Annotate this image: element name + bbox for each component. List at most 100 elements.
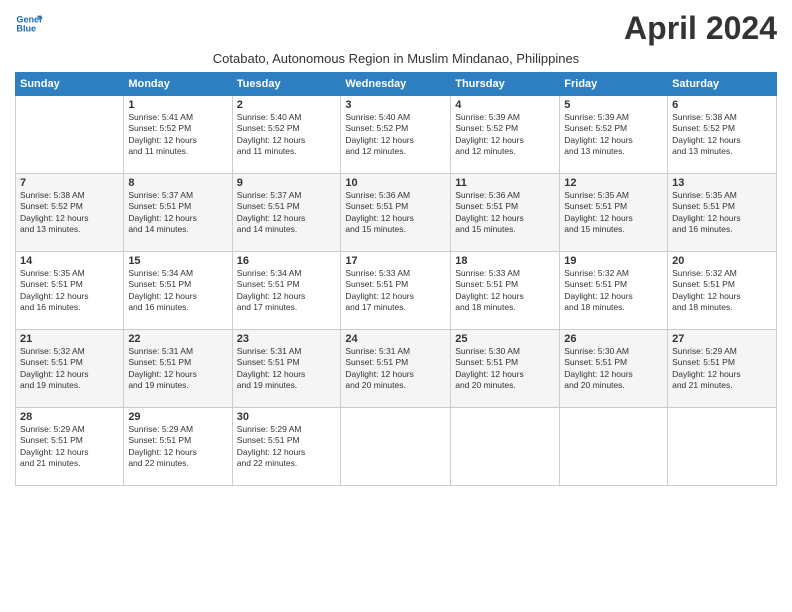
week-row-5: 28Sunrise: 5:29 AM Sunset: 5:51 PM Dayli… (16, 408, 777, 486)
subtitle: Cotabato, Autonomous Region in Muslim Mi… (15, 51, 777, 66)
header-day-saturday: Saturday (668, 73, 777, 96)
calendar-cell: 8Sunrise: 5:37 AM Sunset: 5:51 PM Daylig… (124, 174, 232, 252)
day-number: 28 (20, 411, 119, 423)
calendar-cell: 27Sunrise: 5:29 AM Sunset: 5:51 PM Dayli… (668, 330, 777, 408)
day-info: Sunrise: 5:35 AM Sunset: 5:51 PM Dayligh… (672, 190, 772, 236)
calendar-cell: 1Sunrise: 5:41 AM Sunset: 5:52 PM Daylig… (124, 96, 232, 174)
header: General Blue April 2024 (15, 10, 777, 47)
day-info: Sunrise: 5:39 AM Sunset: 5:52 PM Dayligh… (564, 112, 663, 158)
calendar-cell: 24Sunrise: 5:31 AM Sunset: 5:51 PM Dayli… (341, 330, 451, 408)
day-info: Sunrise: 5:33 AM Sunset: 5:51 PM Dayligh… (345, 268, 446, 314)
calendar-cell: 21Sunrise: 5:32 AM Sunset: 5:51 PM Dayli… (16, 330, 124, 408)
day-info: Sunrise: 5:34 AM Sunset: 5:51 PM Dayligh… (237, 268, 337, 314)
day-number: 15 (128, 255, 227, 267)
calendar-cell: 18Sunrise: 5:33 AM Sunset: 5:51 PM Dayli… (451, 252, 560, 330)
day-number: 9 (237, 177, 337, 189)
calendar-cell (16, 96, 124, 174)
calendar-cell: 17Sunrise: 5:33 AM Sunset: 5:51 PM Dayli… (341, 252, 451, 330)
calendar-cell: 12Sunrise: 5:35 AM Sunset: 5:51 PM Dayli… (560, 174, 668, 252)
calendar-cell: 11Sunrise: 5:36 AM Sunset: 5:51 PM Dayli… (451, 174, 560, 252)
day-number: 11 (455, 177, 555, 189)
calendar-cell: 7Sunrise: 5:38 AM Sunset: 5:52 PM Daylig… (16, 174, 124, 252)
calendar-cell: 19Sunrise: 5:32 AM Sunset: 5:51 PM Dayli… (560, 252, 668, 330)
week-row-4: 21Sunrise: 5:32 AM Sunset: 5:51 PM Dayli… (16, 330, 777, 408)
calendar-cell: 3Sunrise: 5:40 AM Sunset: 5:52 PM Daylig… (341, 96, 451, 174)
calendar-cell (560, 408, 668, 486)
calendar-cell: 28Sunrise: 5:29 AM Sunset: 5:51 PM Dayli… (16, 408, 124, 486)
day-number: 18 (455, 255, 555, 267)
day-info: Sunrise: 5:30 AM Sunset: 5:51 PM Dayligh… (564, 346, 663, 392)
calendar-cell: 15Sunrise: 5:34 AM Sunset: 5:51 PM Dayli… (124, 252, 232, 330)
header-day-tuesday: Tuesday (232, 73, 341, 96)
week-row-3: 14Sunrise: 5:35 AM Sunset: 5:51 PM Dayli… (16, 252, 777, 330)
calendar-cell: 2Sunrise: 5:40 AM Sunset: 5:52 PM Daylig… (232, 96, 341, 174)
week-row-2: 7Sunrise: 5:38 AM Sunset: 5:52 PM Daylig… (16, 174, 777, 252)
day-info: Sunrise: 5:29 AM Sunset: 5:51 PM Dayligh… (20, 424, 119, 470)
calendar-cell: 22Sunrise: 5:31 AM Sunset: 5:51 PM Dayli… (124, 330, 232, 408)
day-info: Sunrise: 5:40 AM Sunset: 5:52 PM Dayligh… (237, 112, 337, 158)
day-number: 20 (672, 255, 772, 267)
calendar-cell: 10Sunrise: 5:36 AM Sunset: 5:51 PM Dayli… (341, 174, 451, 252)
day-number: 23 (237, 333, 337, 345)
header-day-friday: Friday (560, 73, 668, 96)
day-number: 17 (345, 255, 446, 267)
calendar-header-row: SundayMondayTuesdayWednesdayThursdayFrid… (16, 73, 777, 96)
day-number: 21 (20, 333, 119, 345)
logo-icon: General Blue (15, 10, 43, 38)
day-number: 26 (564, 333, 663, 345)
day-number: 29 (128, 411, 227, 423)
day-number: 13 (672, 177, 772, 189)
calendar-cell: 25Sunrise: 5:30 AM Sunset: 5:51 PM Dayli… (451, 330, 560, 408)
day-number: 2 (237, 99, 337, 111)
day-info: Sunrise: 5:35 AM Sunset: 5:51 PM Dayligh… (20, 268, 119, 314)
day-info: Sunrise: 5:33 AM Sunset: 5:51 PM Dayligh… (455, 268, 555, 314)
day-info: Sunrise: 5:32 AM Sunset: 5:51 PM Dayligh… (564, 268, 663, 314)
calendar-cell: 16Sunrise: 5:34 AM Sunset: 5:51 PM Dayli… (232, 252, 341, 330)
calendar-cell: 23Sunrise: 5:31 AM Sunset: 5:51 PM Dayli… (232, 330, 341, 408)
day-info: Sunrise: 5:29 AM Sunset: 5:51 PM Dayligh… (672, 346, 772, 392)
day-number: 27 (672, 333, 772, 345)
calendar-cell (341, 408, 451, 486)
day-info: Sunrise: 5:40 AM Sunset: 5:52 PM Dayligh… (345, 112, 446, 158)
day-info: Sunrise: 5:35 AM Sunset: 5:51 PM Dayligh… (564, 190, 663, 236)
day-info: Sunrise: 5:37 AM Sunset: 5:51 PM Dayligh… (128, 190, 227, 236)
calendar-table: SundayMondayTuesdayWednesdayThursdayFrid… (15, 72, 777, 486)
calendar-cell: 30Sunrise: 5:29 AM Sunset: 5:51 PM Dayli… (232, 408, 341, 486)
calendar-body: 1Sunrise: 5:41 AM Sunset: 5:52 PM Daylig… (16, 96, 777, 486)
day-info: Sunrise: 5:32 AM Sunset: 5:51 PM Dayligh… (20, 346, 119, 392)
header-day-thursday: Thursday (451, 73, 560, 96)
day-info: Sunrise: 5:32 AM Sunset: 5:51 PM Dayligh… (672, 268, 772, 314)
day-number: 10 (345, 177, 446, 189)
day-number: 19 (564, 255, 663, 267)
day-number: 30 (237, 411, 337, 423)
calendar-cell: 14Sunrise: 5:35 AM Sunset: 5:51 PM Dayli… (16, 252, 124, 330)
day-number: 24 (345, 333, 446, 345)
logo: General Blue (15, 10, 43, 38)
calendar-cell: 29Sunrise: 5:29 AM Sunset: 5:51 PM Dayli… (124, 408, 232, 486)
calendar-cell: 6Sunrise: 5:38 AM Sunset: 5:52 PM Daylig… (668, 96, 777, 174)
day-number: 14 (20, 255, 119, 267)
week-row-1: 1Sunrise: 5:41 AM Sunset: 5:52 PM Daylig… (16, 96, 777, 174)
calendar-cell (451, 408, 560, 486)
day-info: Sunrise: 5:36 AM Sunset: 5:51 PM Dayligh… (455, 190, 555, 236)
header-day-wednesday: Wednesday (341, 73, 451, 96)
day-info: Sunrise: 5:29 AM Sunset: 5:51 PM Dayligh… (237, 424, 337, 470)
day-info: Sunrise: 5:37 AM Sunset: 5:51 PM Dayligh… (237, 190, 337, 236)
month-title: April 2024 (624, 10, 777, 47)
day-info: Sunrise: 5:30 AM Sunset: 5:51 PM Dayligh… (455, 346, 555, 392)
day-number: 7 (20, 177, 119, 189)
day-number: 4 (455, 99, 555, 111)
day-number: 3 (345, 99, 446, 111)
day-info: Sunrise: 5:29 AM Sunset: 5:51 PM Dayligh… (128, 424, 227, 470)
calendar-page: General Blue April 2024 Cotabato, Autono… (0, 0, 792, 612)
header-day-sunday: Sunday (16, 73, 124, 96)
day-number: 8 (128, 177, 227, 189)
calendar-cell: 5Sunrise: 5:39 AM Sunset: 5:52 PM Daylig… (560, 96, 668, 174)
day-info: Sunrise: 5:38 AM Sunset: 5:52 PM Dayligh… (20, 190, 119, 236)
day-number: 5 (564, 99, 663, 111)
day-info: Sunrise: 5:31 AM Sunset: 5:51 PM Dayligh… (345, 346, 446, 392)
day-info: Sunrise: 5:38 AM Sunset: 5:52 PM Dayligh… (672, 112, 772, 158)
svg-text:Blue: Blue (16, 24, 36, 34)
day-info: Sunrise: 5:34 AM Sunset: 5:51 PM Dayligh… (128, 268, 227, 314)
day-number: 12 (564, 177, 663, 189)
